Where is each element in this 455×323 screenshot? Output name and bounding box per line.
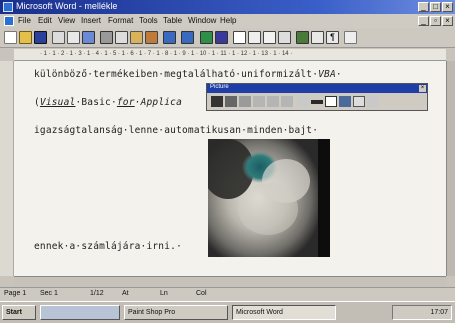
document-icon[interactable]: [4, 16, 14, 26]
close-button[interactable]: ×: [442, 2, 453, 12]
menu-insert[interactable]: Insert: [81, 16, 101, 25]
taskbar-microsoft-word[interactable]: Microsoft Word: [232, 305, 336, 320]
hyperlink-icon[interactable]: [200, 31, 213, 44]
set-transparent-color-icon[interactable]: [353, 96, 365, 107]
title-bar: Microsoft Word - mellékle _ □ ×: [0, 0, 455, 14]
less-brightness-icon[interactable]: [281, 96, 293, 107]
format-picture-icon[interactable]: [339, 96, 351, 107]
minimize-button[interactable]: _: [418, 2, 429, 12]
less-contrast-icon[interactable]: [253, 96, 265, 107]
redo-icon[interactable]: [181, 31, 194, 44]
cut-icon[interactable]: [100, 31, 113, 44]
insert-picture-icon[interactable]: [211, 96, 223, 107]
print-icon[interactable]: [52, 31, 65, 44]
status-bar: Page 1 Sec 1 1/12 At Ln Col: [0, 287, 455, 301]
window-title: Microsoft Word - mellékle: [16, 1, 118, 11]
web-toolbar-icon[interactable]: [215, 31, 228, 44]
status-column: Col: [196, 290, 207, 297]
status-line: Ln: [160, 290, 168, 297]
doc-line-2: (Visual·Basic·for·Applica: [34, 97, 182, 108]
doc-line-4: ennek·a·számlájára·irni.·: [34, 241, 182, 252]
picture-toolbar-caption[interactable]: Picture ×: [207, 84, 427, 93]
word-app-icon[interactable]: [3, 2, 13, 12]
menu-help[interactable]: Help: [220, 16, 236, 25]
taskbar-microsoft-word-label: Microsoft Word: [236, 309, 283, 316]
doc-close-button[interactable]: ×: [442, 16, 453, 26]
horizontal-ruler[interactable]: · 1 · 1 · 2 · 1 · 3 · 1 · 4 · 1 · 5 · 1 …: [14, 49, 446, 61]
image-control-icon[interactable]: [225, 96, 237, 107]
menu-file[interactable]: File: [18, 16, 31, 25]
open-icon[interactable]: [19, 31, 32, 44]
doc-line-2-basic: ·Basic·: [75, 97, 117, 108]
menu-view[interactable]: View: [58, 16, 75, 25]
status-section: Sec 1: [40, 290, 58, 297]
status-page: Page 1: [4, 290, 27, 297]
maximize-button[interactable]: □: [430, 2, 441, 12]
copy-icon[interactable]: [115, 31, 128, 44]
taskbar-paint-shop-pro-label: Paint Shop Pro: [128, 309, 176, 316]
start-label: Start: [6, 309, 22, 316]
menu-format[interactable]: Format: [108, 16, 133, 25]
doc-line-1: különböző·termékeiben·megtalálható·unifo…: [34, 69, 342, 80]
new-icon[interactable]: [4, 31, 17, 44]
reset-picture-icon[interactable]: [367, 96, 379, 107]
doc-line-2-visual: Visual: [39, 97, 76, 108]
columns-icon[interactable]: [278, 31, 291, 44]
doc-line-1-text: különböző·termékeiben·megtalálható·unifo…: [34, 69, 319, 80]
document-map-icon[interactable]: [311, 31, 324, 44]
insert-excel-icon[interactable]: [263, 31, 276, 44]
text-wrapping-icon[interactable]: [325, 96, 337, 107]
more-brightness-icon[interactable]: [267, 96, 279, 107]
line-style-icon[interactable]: [311, 100, 323, 104]
vertical-ruler[interactable]: [0, 61, 14, 276]
format-painter-icon[interactable]: [145, 31, 158, 44]
eye-photo-icon: [208, 139, 330, 257]
zoom-icon[interactable]: [344, 31, 357, 44]
system-tray-clock: 17:07: [392, 305, 452, 320]
clock-text: 17:07: [430, 309, 448, 316]
menu-edit[interactable]: Edit: [38, 16, 52, 25]
taskbar: Start Paint Shop Pro Microsoft Word 17:0…: [0, 301, 455, 323]
vertical-scrollbar[interactable]: [446, 61, 455, 276]
tables-borders-icon[interactable]: [233, 31, 246, 44]
insert-table-icon[interactable]: [248, 31, 261, 44]
doc-line-2-for: for: [116, 97, 135, 108]
doc-restore-button[interactable]: ▫: [430, 16, 441, 26]
show-hide-icon[interactable]: ¶: [326, 31, 339, 44]
picture-toolbar-close-icon[interactable]: ×: [419, 85, 426, 92]
menu-bar: File Edit View Insert Format Tools Table…: [0, 14, 455, 28]
spelling-icon[interactable]: [82, 31, 95, 44]
menu-table[interactable]: Table: [163, 16, 182, 25]
quick-launch[interactable]: [40, 305, 120, 320]
doc-line-3: igazságtalanság·lenne·automatikusan·mind…: [34, 125, 319, 136]
save-icon[interactable]: [34, 31, 47, 44]
doc-line-2-applica: ·Applica: [134, 97, 183, 108]
taskbar-paint-shop-pro[interactable]: Paint Shop Pro: [124, 305, 228, 320]
crop-icon[interactable]: [297, 96, 309, 107]
horizontal-scrollbar[interactable]: [14, 276, 446, 286]
status-position: 1/12: [90, 290, 104, 297]
doc-line-1-vba: VBA: [318, 69, 336, 80]
print-preview-icon[interactable]: [67, 31, 80, 44]
doc-minimize-button[interactable]: _: [418, 16, 429, 26]
undo-icon[interactable]: [163, 31, 176, 44]
doc-line-1-end: ·: [335, 69, 342, 80]
menu-tools[interactable]: Tools: [139, 16, 158, 25]
picture-toolbar-title: Picture: [210, 84, 229, 90]
menu-window[interactable]: Window: [188, 16, 216, 25]
picture-toolbar[interactable]: Picture ×: [206, 83, 428, 111]
start-button[interactable]: Start: [2, 305, 36, 320]
more-contrast-icon[interactable]: [239, 96, 251, 107]
standard-toolbar: ¶: [0, 28, 455, 48]
paste-icon[interactable]: [130, 31, 143, 44]
status-at: At: [122, 290, 129, 297]
drawing-icon[interactable]: [296, 31, 309, 44]
embedded-picture[interactable]: [208, 139, 330, 257]
